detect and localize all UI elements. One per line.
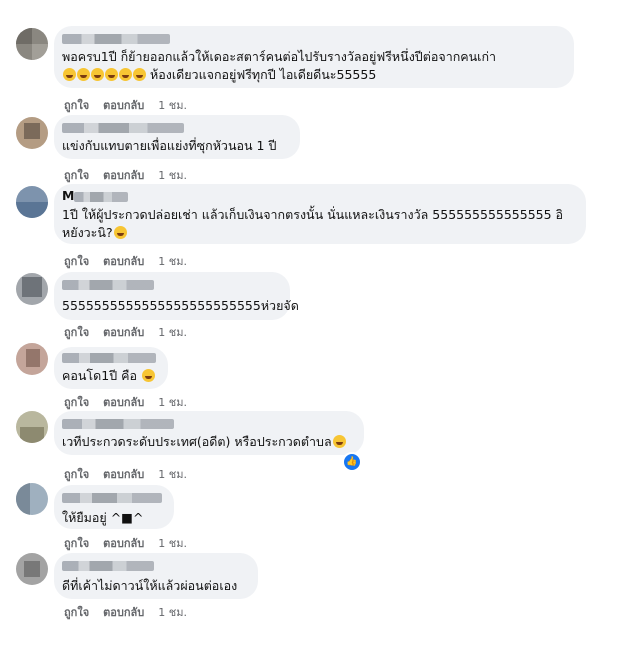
timestamp[interactable]: 1 ชม. — [158, 396, 187, 409]
comment-text: แข่งกับแทบตายเพื่อแย่งที่ซุกหัวนอน 1 ปี — [62, 138, 277, 153]
comment-bubble: พอครบ1ปี ก็ย้ายออกแล้วให้เดอะสตาร์คนต่อไ… — [54, 26, 574, 88]
reply-link[interactable]: ตอบกลับ — [103, 606, 144, 619]
comment-actions: ถูกใจ ตอบกลับ 1 ชม. — [64, 603, 201, 621]
laughing-emoji-icon — [105, 68, 118, 81]
avatar[interactable] — [16, 411, 48, 443]
laughing-emoji-icon — [113, 226, 127, 239]
reply-link[interactable]: ตอบกลับ — [103, 326, 144, 339]
like-link[interactable]: ถูกใจ — [64, 537, 89, 550]
timestamp[interactable]: 1 ชม. — [158, 169, 187, 182]
laughing-emoji-icon — [77, 68, 90, 81]
comment-text-line: 1ปี ให้ผู้ประกวดปล่อยเช่า แล้วเก็บเงินจา… — [62, 207, 564, 222]
avatar[interactable] — [16, 483, 48, 515]
comment-bubble: 5555555555555555555555555ห่วยจัด — [54, 272, 299, 320]
author-initial[interactable]: M — [62, 187, 74, 205]
comment-actions: ถูกใจ ตอบกลับ 1 ชม. — [64, 323, 201, 341]
reply-link[interactable]: ตอบกลับ — [103, 99, 144, 112]
comment-text: ดีที่เค้าไม่ดาวน์ให้แล้วผ่อนต่อเอง — [62, 578, 238, 593]
comment-text: คอนโด1ปี คือ — [62, 367, 155, 385]
laughing-emoji-icon — [133, 68, 146, 81]
smiling-emoji-icon — [141, 369, 155, 382]
reply-link[interactable]: ตอบกลับ — [103, 537, 144, 550]
comment-actions: ถูกใจ ตอบกลับ 1 ชม. — [64, 96, 201, 114]
blurred-author-name[interactable] — [62, 419, 174, 429]
comment: M 1ปี ให้ผู้ประกวดปล่อยเช่า แล้วเก็บเงิน… — [0, 183, 621, 271]
comment: ให้ยืมอยู่ ^■^ ถูกใจ ตอบกลับ 1 ชม. — [0, 481, 621, 551]
comment-text-line: หยังวะนิ? — [62, 224, 127, 242]
avatar[interactable] — [16, 343, 48, 375]
like-link[interactable]: ถูกใจ — [64, 99, 89, 112]
comment-bubble: ดีที่เค้าไม่ดาวน์ให้แล้วผ่อนต่อเอง — [54, 553, 258, 599]
blurred-author-name[interactable] — [62, 123, 184, 133]
reply-link[interactable]: ตอบกลับ — [103, 169, 144, 182]
laughing-emoji-icon — [63, 68, 76, 81]
comment-text-line: ห้องเดียวแจกอยู่ฟรีทุกปี ไอเดียดีนะ55555 — [149, 67, 377, 82]
comment: ดีที่เค้าไม่ดาวน์ให้แล้วผ่อนต่อเอง ถูกใจ… — [0, 551, 621, 641]
reply-link[interactable]: ตอบกลับ — [103, 468, 144, 481]
comment: คอนโด1ปี คือ ถูกใจ ตอบกลับ 1 ชม. — [0, 341, 621, 409]
laughing-emoji-icon — [91, 68, 104, 81]
comment-text-tail: หยังวะนิ? — [62, 225, 113, 240]
comment-text: ให้ยืมอยู่ ^■^ — [62, 510, 144, 525]
comment-bubble: M 1ปี ให้ผู้ประกวดปล่อยเช่า แล้วเก็บเงิน… — [54, 184, 586, 244]
reply-link[interactable]: ตอบกลับ — [103, 396, 144, 409]
blurred-author-name[interactable] — [62, 353, 156, 363]
comment-text-line: พอครบ1ปี ก็ย้ายออกแล้วให้เดอะสตาร์คนต่อไ… — [62, 49, 497, 64]
blurred-author-name[interactable] — [62, 561, 154, 571]
comment-actions: ถูกใจ ตอบกลับ 1 ชม. — [64, 166, 201, 184]
avatar[interactable] — [16, 553, 48, 585]
avatar[interactable] — [16, 186, 48, 218]
comment: เวทีประกวดระดับประเทศ(อดีต) หรือประกวดตำ… — [0, 409, 621, 481]
like-reaction-icon[interactable]: 👍 — [342, 452, 362, 472]
comment-text: 5555555555555555555555555ห่วยจัด — [62, 298, 299, 313]
timestamp[interactable]: 1 ชม. — [158, 468, 187, 481]
comment: พอครบ1ปี ก็ย้ายออกแล้วให้เดอะสตาร์คนต่อไ… — [0, 0, 621, 115]
emoji-row: ห้องเดียวแจกอยู่ฟรีทุกปี ไอเดียดีนะ55555 — [62, 66, 376, 84]
avatar[interactable] — [16, 117, 48, 149]
avatar[interactable] — [16, 273, 48, 305]
comment-bubble: แข่งกับแทบตายเพื่อแย่งที่ซุกหัวนอน 1 ปี — [54, 115, 300, 159]
comment-bubble: ให้ยืมอยู่ ^■^ — [54, 485, 174, 529]
like-link[interactable]: ถูกใจ — [64, 396, 89, 409]
blurred-author-name[interactable] — [62, 34, 170, 44]
like-link[interactable]: ถูกใจ — [64, 169, 89, 182]
comment: 5555555555555555555555555ห่วยจัด ถูกใจ ตอ… — [0, 271, 621, 341]
timestamp[interactable]: 1 ชม. — [158, 537, 187, 550]
blurred-author-name[interactable] — [62, 493, 162, 503]
timestamp[interactable]: 1 ชม. — [158, 606, 187, 619]
reply-link[interactable]: ตอบกลับ — [103, 255, 144, 268]
blurred-author-name[interactable] — [74, 192, 128, 202]
comment-text-body: คอนโด1ปี คือ — [62, 368, 137, 383]
timestamp[interactable]: 1 ชม. — [158, 326, 187, 339]
comment-text-body: เวทีประกวดระดับประเทศ(อดีต) หรือประกวดตำ… — [62, 434, 332, 449]
laughing-emoji-icon — [332, 435, 346, 448]
like-link[interactable]: ถูกใจ — [64, 606, 89, 619]
like-link[interactable]: ถูกใจ — [64, 255, 89, 268]
comment-bubble: คอนโด1ปี คือ — [54, 347, 168, 389]
timestamp[interactable]: 1 ชม. — [158, 99, 187, 112]
comment-actions: ถูกใจ ตอบกลับ 1 ชม. — [64, 534, 201, 552]
comment-text: เวทีประกวดระดับประเทศ(อดีต) หรือประกวดตำ… — [62, 433, 346, 451]
like-link[interactable]: ถูกใจ — [64, 326, 89, 339]
avatar[interactable] — [16, 28, 48, 60]
like-link[interactable]: ถูกใจ — [64, 468, 89, 481]
timestamp[interactable]: 1 ชม. — [158, 255, 187, 268]
comment-actions: ถูกใจ ตอบกลับ 1 ชม. — [64, 252, 201, 270]
blurred-author-name[interactable] — [62, 280, 154, 290]
comment: แข่งกับแทบตายเพื่อแย่งที่ซุกหัวนอน 1 ปี … — [0, 115, 621, 183]
comment-bubble: เวทีประกวดระดับประเทศ(อดีต) หรือประกวดตำ… — [54, 411, 364, 455]
laughing-emoji-icon — [119, 68, 132, 81]
